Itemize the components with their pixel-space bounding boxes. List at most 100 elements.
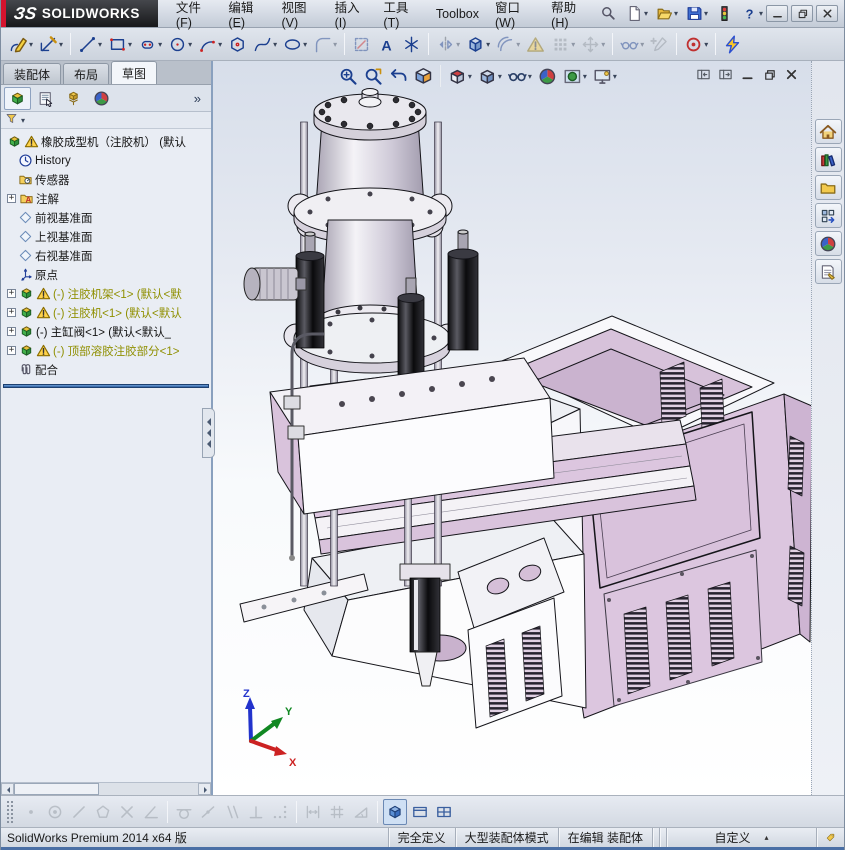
tree-expand-box[interactable]: +: [7, 346, 16, 355]
search-icon[interactable]: [598, 0, 618, 26]
dropdown-arrow[interactable]: ▾: [486, 40, 490, 49]
tree-item[interactable]: + A 注解: [3, 189, 211, 208]
smart-dimension-button[interactable]: ▾: [37, 31, 65, 57]
panel-overflow-button[interactable]: »: [194, 91, 208, 106]
point-tool-button[interactable]: [400, 31, 423, 57]
tab-sketch[interactable]: 草图: [111, 61, 158, 84]
dropdown-arrow[interactable]: ▾: [613, 72, 617, 81]
menu-tools[interactable]: 工具(T): [375, 0, 427, 30]
dropdown-arrow[interactable]: ▾: [59, 40, 63, 49]
save-button[interactable]: ▾: [684, 1, 710, 27]
tree-item[interactable]: 传感器: [3, 170, 211, 189]
view-orientation-button[interactable]: ▾: [446, 63, 474, 89]
menu-toolbox[interactable]: Toolbox: [428, 0, 487, 27]
dropdown-arrow[interactable]: ▾: [601, 40, 605, 49]
scroll-right-arrow[interactable]: [198, 783, 211, 795]
appearances-scenes-button[interactable]: [814, 231, 842, 256]
convert-entities-button[interactable]: ▾: [464, 31, 492, 57]
tree-expand-box[interactable]: +: [7, 289, 16, 298]
section-view-button[interactable]: [412, 63, 435, 89]
apply-scene-button[interactable]: ▾: [561, 63, 589, 89]
tree-item[interactable]: + (-) 注胶机<1> (默认<默认: [3, 303, 211, 322]
toolbar-drag-handle[interactable]: [7, 800, 13, 823]
restore-window-button[interactable]: [791, 5, 813, 22]
dropdown-arrow[interactable]: ▾: [516, 40, 520, 49]
sketch-settings-button[interactable]: [721, 31, 744, 57]
open-document-button[interactable]: ▾: [654, 1, 680, 27]
status-custom-dropdown[interactable]: 自定义 ▴: [666, 828, 816, 847]
dropdown-arrow[interactable]: ▾: [528, 72, 532, 81]
tree-expand-box[interactable]: +: [7, 194, 16, 203]
polygon-tool-button[interactable]: [226, 31, 249, 57]
quick-snaps-button[interactable]: ▾: [682, 31, 710, 57]
3d-sketch-mode-button[interactable]: [383, 798, 407, 825]
close-document-button[interactable]: [784, 67, 799, 85]
sketch-text-button[interactable]: A: [375, 31, 398, 57]
displaymanager-tab-button[interactable]: [88, 87, 115, 110]
dropdown-arrow[interactable]: ▾: [640, 40, 644, 49]
horizontal-split-view-button[interactable]: [409, 799, 431, 825]
tree-item[interactable]: 配合: [3, 360, 211, 379]
custom-properties-button[interactable]: [814, 259, 842, 284]
view-settings-button[interactable]: ▾: [591, 63, 619, 89]
line-tool-button[interactable]: ▾: [76, 31, 104, 57]
dropdown-arrow[interactable]: ▾: [644, 9, 648, 18]
filter-icon[interactable]: [5, 112, 18, 128]
sketch-button[interactable]: ▾: [7, 31, 35, 57]
minimize-document-button[interactable]: [740, 67, 755, 85]
edit-appearance-button[interactable]: [536, 63, 559, 89]
menu-window[interactable]: 窗口(W): [487, 0, 543, 30]
panel-horizontal-scrollbar[interactable]: [1, 782, 211, 795]
tree-item[interactable]: 原点: [3, 265, 211, 284]
dropdown-arrow[interactable]: ▾: [333, 40, 337, 49]
dropdown-arrow[interactable]: ▾: [98, 40, 102, 49]
tree-item[interactable]: + (-) 主缸阀<1> (默认<默认_: [3, 322, 211, 341]
menu-view[interactable]: 视图(V): [274, 0, 327, 30]
straight-slot-button[interactable]: ▾: [136, 31, 164, 57]
dropdown-arrow[interactable]: ▾: [468, 72, 472, 81]
hide-show-items-button[interactable]: ▾: [506, 63, 534, 89]
model-base-vent-panel[interactable]: [457, 537, 565, 729]
dropdown-arrow[interactable]: ▾: [759, 9, 763, 18]
panel-splitter-handle[interactable]: [202, 408, 215, 458]
tree-item[interactable]: 右视基准面: [3, 246, 211, 265]
tree-expand-box[interactable]: +: [7, 308, 16, 317]
previous-document-button[interactable]: [696, 67, 711, 85]
tab-layout[interactable]: 布局: [63, 63, 110, 84]
new-document-button[interactable]: ▾: [624, 1, 650, 27]
menu-file[interactable]: 文件(F): [168, 0, 220, 30]
propertymanager-tab-button[interactable]: [32, 87, 59, 110]
dropdown-arrow[interactable]: ▾: [704, 9, 708, 18]
tree-item[interactable]: 橡胶成型机（注胶机） (默认: [3, 132, 211, 151]
dropdown-arrow[interactable]: ▾: [583, 72, 587, 81]
graphics-viewport[interactable]: ▾ ▾ ▾ ▾ ▾ Z Y X: [213, 61, 811, 795]
scroll-left-arrow[interactable]: [1, 783, 14, 795]
configurationmanager-tab-button[interactable]: [60, 87, 87, 110]
featuremanager-tab-button[interactable]: [4, 86, 31, 110]
spline-tool-button[interactable]: ▾: [251, 31, 279, 57]
status-tag-icon[interactable]: [816, 828, 844, 847]
tree-item[interactable]: + (-) 注胶机架<1> (默认<默: [3, 284, 211, 303]
tree-expand-box[interactable]: +: [7, 327, 16, 336]
previous-view-button[interactable]: [387, 63, 410, 89]
zoom-to-area-button[interactable]: [362, 63, 385, 89]
dropdown-arrow[interactable]: ▾: [704, 40, 708, 49]
corner-rectangle-button[interactable]: ▾: [106, 31, 134, 57]
menu-insert[interactable]: 插入(I): [327, 0, 376, 30]
design-library-button[interactable]: [814, 147, 842, 172]
tree-item[interactable]: 上视基准面: [3, 227, 211, 246]
file-explorer-button[interactable]: [814, 175, 842, 200]
dropdown-arrow[interactable]: ▾: [188, 40, 192, 49]
minimize-window-button[interactable]: [766, 5, 788, 22]
three-point-arc-button[interactable]: ▾: [196, 31, 224, 57]
dropdown-arrow[interactable]: ▾: [158, 40, 162, 49]
zoom-to-fit-button[interactable]: [337, 63, 360, 89]
ellipse-tool-button[interactable]: ▾: [281, 31, 309, 57]
dropdown-arrow[interactable]: ▾: [674, 9, 678, 18]
dropdown-arrow[interactable]: ▾: [571, 40, 575, 49]
next-document-button[interactable]: [718, 67, 733, 85]
dropdown-arrow[interactable]: ▾: [29, 40, 33, 49]
dropdown-arrow[interactable]: ▾: [498, 72, 502, 81]
tree-item[interactable]: 前视基准面: [3, 208, 211, 227]
dropdown-arrow[interactable]: ▾: [128, 40, 132, 49]
